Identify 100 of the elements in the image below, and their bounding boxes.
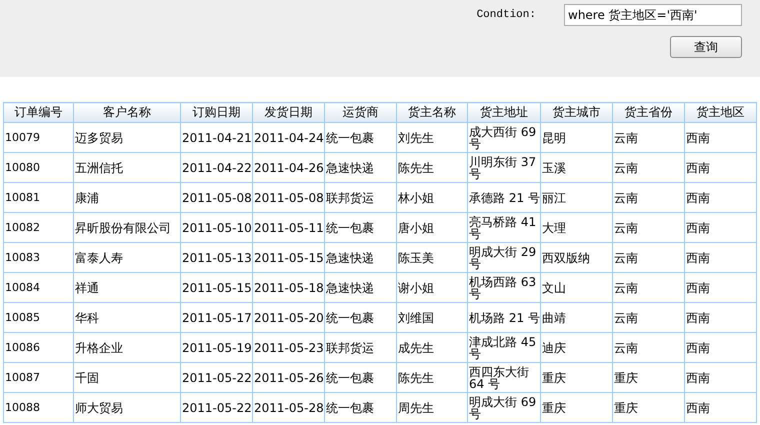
table-cell: 统一包裹 xyxy=(324,392,396,422)
table-cell: 2011-04-24 xyxy=(252,122,324,152)
table-cell: 大理 xyxy=(540,212,612,242)
column-header: 客户名称 xyxy=(74,102,180,122)
column-header: 货主地区 xyxy=(684,102,756,122)
table-cell: 西南 xyxy=(684,302,756,332)
table-cell: 2011-05-18 xyxy=(252,272,324,302)
table-cell: 西南 xyxy=(684,362,756,392)
table-cell: 10088 xyxy=(4,392,74,422)
table-cell: 云南 xyxy=(612,302,684,332)
table-cell: 西南 xyxy=(684,332,756,362)
table-cell: 陈先生 xyxy=(396,152,468,182)
table-cell: 云南 xyxy=(612,272,684,302)
table-cell: 明成大街 29 号 xyxy=(468,242,540,272)
table-cell: 唐小姐 xyxy=(396,212,468,242)
table-cell: 10085 xyxy=(4,302,74,332)
table-cell: 急速快递 xyxy=(324,272,396,302)
table-cell: 西南 xyxy=(684,242,756,272)
table-cell: 机场路 21 号 xyxy=(468,302,540,332)
table-cell: 西南 xyxy=(684,122,756,152)
table-cell: 玉溪 xyxy=(540,152,612,182)
table-cell: 明成大街 69 号 xyxy=(468,392,540,422)
table-cell: 急速快递 xyxy=(324,152,396,182)
table-cell: 丽江 xyxy=(540,182,612,212)
table-cell: 成大西街 69 号 xyxy=(468,122,540,152)
table-cell: 云南 xyxy=(612,212,684,242)
table-cell: 周先生 xyxy=(396,392,468,422)
table-cell: 统一包裹 xyxy=(324,122,396,152)
table-cell: 陈玉美 xyxy=(396,242,468,272)
table-cell: 10087 xyxy=(4,362,74,392)
table-cell: 统一包裹 xyxy=(324,212,396,242)
table-cell: 谢小姐 xyxy=(396,272,468,302)
table-cell: 10086 xyxy=(4,332,74,362)
table-cell: 升格企业 xyxy=(74,332,180,362)
table-cell: 千固 xyxy=(74,362,180,392)
table-cell: 2011-05-10 xyxy=(180,212,252,242)
table-cell: 林小姐 xyxy=(396,182,468,212)
table-cell: 云南 xyxy=(612,242,684,272)
table-cell: 康浦 xyxy=(74,182,180,212)
table-cell: 机场西路 63 号 xyxy=(468,272,540,302)
table-cell: 2011-05-28 xyxy=(252,392,324,422)
table-cell: 2011-05-08 xyxy=(252,182,324,212)
table-cell: 统一包裹 xyxy=(324,362,396,392)
table-cell: 10084 xyxy=(4,272,74,302)
table-cell: 文山 xyxy=(540,272,612,302)
column-header: 货主城市 xyxy=(540,102,612,122)
table-cell: 刘先生 xyxy=(396,122,468,152)
table-cell: 2011-05-15 xyxy=(252,242,324,272)
table-cell: 西南 xyxy=(684,152,756,182)
table-cell: 2011-05-20 xyxy=(252,302,324,332)
table-cell: 10079 xyxy=(4,122,74,152)
table-cell: 西南 xyxy=(684,212,756,242)
table-cell: 2011-05-17 xyxy=(180,302,252,332)
table-cell: 急速快递 xyxy=(324,242,396,272)
table-cell: 2011-05-11 xyxy=(252,212,324,242)
column-header: 货主省份 xyxy=(612,102,684,122)
table-cell: 云南 xyxy=(612,152,684,182)
table-cell: 西双版纳 xyxy=(540,242,612,272)
column-header: 货主名称 xyxy=(396,102,468,122)
table-cell: 西南 xyxy=(684,392,756,422)
table-cell: 2011-05-19 xyxy=(180,332,252,362)
table-cell: 2011-05-15 xyxy=(180,272,252,302)
table-cell: 云南 xyxy=(612,332,684,362)
column-header: 订购日期 xyxy=(180,102,252,122)
table-cell: 2011-04-21 xyxy=(180,122,252,152)
table-cell: 联邦货运 xyxy=(324,182,396,212)
table-cell: 10082 xyxy=(4,212,74,242)
table-cell: 五洲信托 xyxy=(74,152,180,182)
table-cell: 10081 xyxy=(4,182,74,212)
table-cell: 2011-05-08 xyxy=(180,182,252,212)
table-cell: 统一包裹 xyxy=(324,302,396,332)
table-cell: 陈先生 xyxy=(396,362,468,392)
table-cell: 亮马桥路 41 号 xyxy=(468,212,540,242)
table-cell: 2011-04-22 xyxy=(180,152,252,182)
table-cell: 2011-05-22 xyxy=(180,362,252,392)
table-cell: 重庆 xyxy=(540,362,612,392)
table-cell: 迈多贸易 xyxy=(74,122,180,152)
table-cell: 2011-04-26 xyxy=(252,152,324,182)
table-cell: 重庆 xyxy=(540,392,612,422)
table-cell: 华科 xyxy=(74,302,180,332)
column-header: 发货日期 xyxy=(252,102,324,122)
table-cell: 迪庆 xyxy=(540,332,612,362)
table-cell: 津成北路 45 号 xyxy=(468,332,540,362)
table-cell: 2011-05-23 xyxy=(252,332,324,362)
condition-label: Condtion: xyxy=(476,9,536,21)
column-header: 货主地址 xyxy=(468,102,540,122)
table-cell: 10083 xyxy=(4,242,74,272)
table-cell: 富泰人寿 xyxy=(74,242,180,272)
table-cell: 2011-05-13 xyxy=(180,242,252,272)
table-cell: 昆明 xyxy=(540,122,612,152)
table-cell: 刘维国 xyxy=(396,302,468,332)
table-cell: 联邦货运 xyxy=(324,332,396,362)
table-cell: 祥通 xyxy=(74,272,180,302)
table-cell: 重庆 xyxy=(612,392,684,422)
query-button[interactable]: 查询 xyxy=(670,36,742,58)
column-header: 运货商 xyxy=(324,102,396,122)
table-cell: 云南 xyxy=(612,182,684,212)
column-header: 订单编号 xyxy=(4,102,74,122)
table-cell: 西四东大街 64 号 xyxy=(468,362,540,392)
condition-field[interactable]: where 货主地区='西南' xyxy=(564,4,742,26)
